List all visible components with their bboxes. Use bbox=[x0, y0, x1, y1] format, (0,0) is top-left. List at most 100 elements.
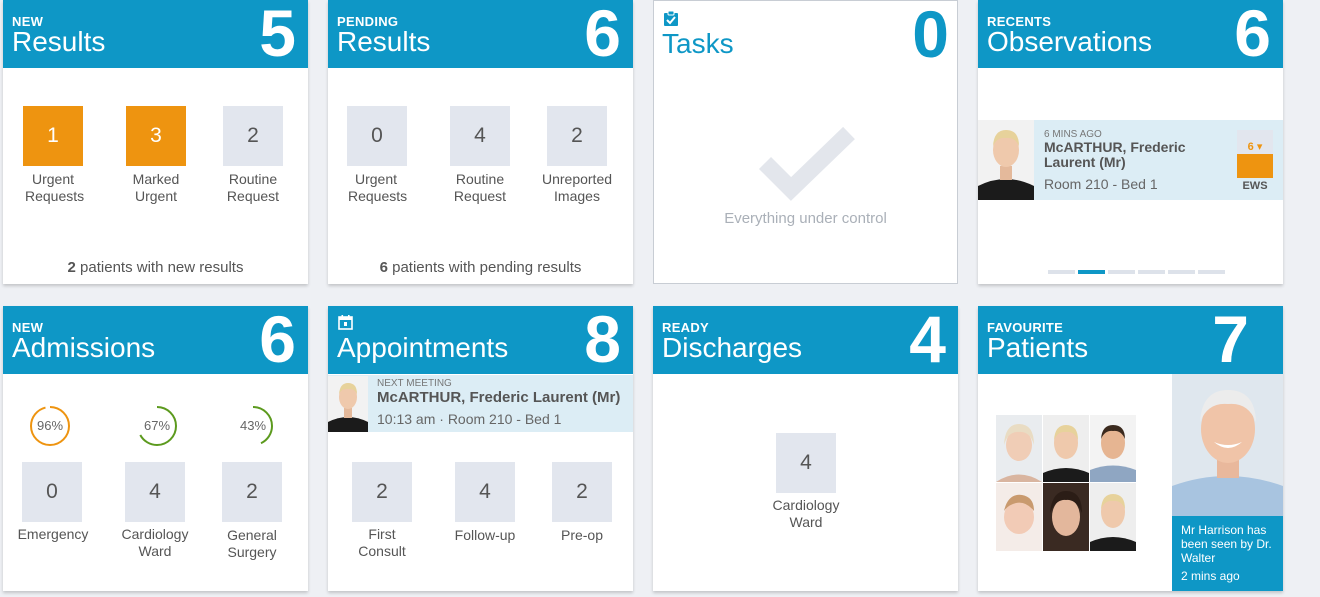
unreported-images-label: Unreported Images bbox=[541, 171, 613, 204]
marked-urgent-tile[interactable]: 3 bbox=[126, 106, 186, 166]
footer-count: 6 bbox=[379, 259, 388, 276]
featured-note-panel: Mr Harrison has been seen by Dr. Walter … bbox=[1172, 516, 1283, 591]
card-title: Results bbox=[337, 26, 431, 57]
card-count: 6 bbox=[584, 0, 621, 70]
cardiology-ward-tile[interactable]: 4 bbox=[125, 462, 185, 522]
follow-up-label: Follow-up bbox=[454, 527, 516, 543]
card-title: Patients bbox=[987, 332, 1089, 363]
patient-thumb-2 bbox=[1043, 415, 1089, 482]
follow-up-tile[interactable]: 4 bbox=[455, 462, 515, 522]
appointments-card[interactable]: Appointments 8 NEXT MEETING McARTHUR, Fr… bbox=[328, 306, 633, 591]
new-results-card[interactable]: NEW Results 5 1 Urgent Requests 3 Marked… bbox=[3, 0, 308, 284]
card-header: NEW Results 5 bbox=[3, 0, 308, 68]
emergency-tile[interactable]: 0 bbox=[22, 462, 82, 522]
cardiology-ward-label: Cardiology Ward bbox=[121, 526, 189, 559]
card-header: Appointments 8 bbox=[328, 306, 633, 374]
carousel-pager bbox=[1048, 270, 1225, 274]
marked-urgent-label: Marked Urgent bbox=[132, 171, 180, 204]
tasks-card[interactable]: Tasks 0 Everything under control bbox=[653, 0, 958, 284]
ring-label: 43% bbox=[239, 418, 267, 433]
routine-request-label: Routine Request bbox=[453, 171, 507, 204]
card-count: 0 bbox=[912, 0, 949, 71]
patient-thumb-6 bbox=[1090, 483, 1136, 551]
featured-patient[interactable]: Mr Harrison has been seen by Dr. Walter … bbox=[1172, 374, 1283, 591]
percent-ring-surgery: 43% bbox=[232, 405, 274, 447]
card-header: NEW Admissions 6 bbox=[3, 306, 308, 374]
card-count: 6 bbox=[1234, 0, 1271, 70]
patient-thumb-1 bbox=[996, 415, 1042, 482]
card-header: PENDING Results 6 bbox=[328, 0, 633, 68]
ring-label: 67% bbox=[143, 418, 171, 433]
observation-item[interactable]: 6 MINS AGO McARTHUR, Frederic Laurent (M… bbox=[978, 120, 1283, 200]
patient-avatar bbox=[978, 120, 1034, 200]
urgent-requests-tile[interactable]: 0 bbox=[347, 106, 407, 166]
footer-count: 2 bbox=[67, 259, 76, 276]
calendar-icon bbox=[338, 315, 353, 330]
routine-request-tile[interactable]: 2 bbox=[223, 106, 283, 166]
general-surgery-tile[interactable]: 2 bbox=[222, 462, 282, 522]
tasks-message: Everything under control bbox=[724, 210, 887, 227]
patient-avatar bbox=[328, 376, 368, 432]
admissions-card[interactable]: NEW Admissions 6 96% 67% 43% 0 Emergency… bbox=[3, 306, 308, 591]
card-count: 6 bbox=[259, 306, 296, 376]
card-count: 5 bbox=[259, 0, 296, 70]
next-meeting-details: 10:13 am · Room 210 - Bed 1 bbox=[377, 411, 562, 427]
checkmark-icon bbox=[758, 126, 855, 201]
card-title: Observations bbox=[987, 26, 1152, 57]
featured-note: Mr Harrison has been seen by Dr. Walter bbox=[1181, 523, 1272, 565]
pager-dot[interactable] bbox=[1108, 270, 1135, 274]
discharges-card[interactable]: READY Discharges 4 4 Cardiology Ward bbox=[653, 306, 958, 591]
pager-dot[interactable] bbox=[1048, 270, 1075, 274]
next-meeting[interactable]: NEXT MEETING McARTHUR, Frederic Laurent … bbox=[328, 375, 633, 432]
pre-op-label: Pre-op bbox=[560, 527, 604, 543]
card-header: READY Discharges 4 bbox=[653, 306, 958, 374]
card-title: Admissions bbox=[12, 332, 156, 363]
percent-ring-cardiology: 67% bbox=[136, 405, 178, 447]
featured-note-time: 2 mins ago bbox=[1181, 569, 1240, 583]
next-meeting-label: NEXT MEETING bbox=[377, 378, 452, 389]
emergency-label: Emergency bbox=[17, 526, 89, 542]
ring-label: 96% bbox=[36, 418, 64, 433]
card-count: 7 bbox=[1212, 306, 1249, 376]
new-results-footer: 2 patients with new results bbox=[3, 259, 308, 276]
pager-dot[interactable] bbox=[1198, 270, 1225, 274]
observation-location: Room 210 - Bed 1 bbox=[1044, 176, 1158, 192]
general-surgery-label: General Surgery bbox=[227, 527, 277, 560]
card-title: Appointments bbox=[337, 332, 509, 363]
card-count: 4 bbox=[909, 306, 946, 376]
urgent-requests-tile[interactable]: 1 bbox=[23, 106, 83, 166]
pending-results-footer: 6 patients with pending results bbox=[328, 259, 633, 276]
card-title: Results bbox=[12, 26, 106, 57]
observation-patient: McARTHUR, Frederic Laurent (Mr) bbox=[1044, 139, 1186, 170]
pager-dot[interactable] bbox=[1138, 270, 1165, 274]
ews-value: 6 ▾ bbox=[1247, 141, 1263, 153]
card-title: Discharges bbox=[662, 332, 803, 363]
card-count: 8 bbox=[584, 306, 621, 376]
urgent-requests-label: Urgent Requests bbox=[25, 171, 85, 204]
patient-thumb-3 bbox=[1090, 415, 1136, 482]
unreported-images-tile[interactable]: 2 bbox=[547, 106, 607, 166]
ews-bar bbox=[1237, 154, 1273, 178]
ews-label: EWS bbox=[1242, 180, 1268, 192]
patient-thumb-4 bbox=[996, 483, 1042, 551]
observations-card[interactable]: RECENTS Observations 6 6 MINS AGO McARTH… bbox=[978, 0, 1283, 284]
patient-thumb-5 bbox=[1043, 483, 1089, 551]
card-header: FAVOURITE Patients 7 bbox=[978, 306, 1283, 374]
pager-dot[interactable] bbox=[1168, 270, 1195, 274]
pre-op-tile[interactable]: 2 bbox=[552, 462, 612, 522]
urgent-requests-label: Urgent Requests bbox=[348, 171, 408, 204]
ews-indicator: 6 ▾ bbox=[1237, 130, 1273, 178]
card-title: Tasks bbox=[662, 28, 734, 59]
pager-dot[interactable] bbox=[1078, 270, 1105, 274]
first-consult-tile[interactable]: 2 bbox=[352, 462, 412, 522]
pending-results-card[interactable]: PENDING Results 6 0 Urgent Requests 4 Ro… bbox=[328, 0, 633, 284]
card-header: RECENTS Observations 6 bbox=[978, 0, 1283, 68]
favourite-patients-card[interactable]: FAVOURITE Patients 7 Mr Harrison has bee… bbox=[978, 306, 1283, 591]
cardiology-ward-tile[interactable]: 4 bbox=[776, 433, 836, 493]
routine-request-label: Routine Request bbox=[226, 171, 280, 204]
routine-request-tile[interactable]: 4 bbox=[450, 106, 510, 166]
footer-text: patients with new results bbox=[75, 259, 244, 276]
first-consult-label: First Consult bbox=[358, 526, 406, 559]
footer-text: patients with pending results bbox=[387, 259, 582, 276]
patient-thumbnails[interactable] bbox=[996, 415, 1136, 551]
